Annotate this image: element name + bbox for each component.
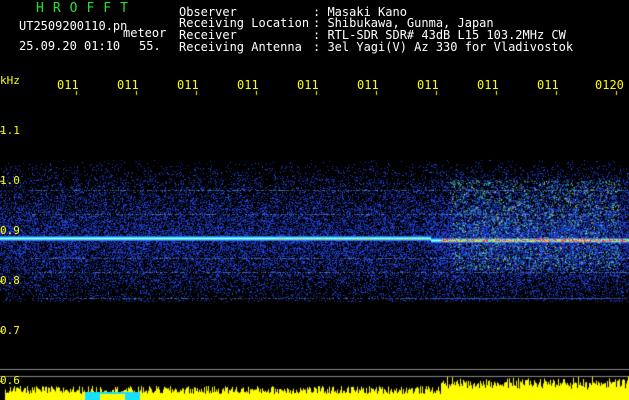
x-tick-label: 011 — [177, 78, 199, 92]
y-tick-label: 1.0 — [0, 174, 20, 187]
x-tick-label: 011 — [117, 78, 139, 92]
x-tick-label: 011 — [417, 78, 439, 92]
count-value: 55. — [139, 39, 161, 53]
info-value-antenna: : 3el Yagi(V) Az 330 for Vladivostok — [313, 40, 574, 54]
info-label-antenna: Receiving Antenna — [179, 40, 302, 54]
y-tick-label: 0.8 — [0, 274, 20, 287]
x-tick-label: 011 — [477, 78, 499, 92]
x-tick-label: 0120 — [595, 78, 624, 92]
mode-label: meteor — [123, 26, 167, 40]
app-title: HROFFT — [36, 1, 137, 16]
y-tick-label: 0.7 — [0, 324, 20, 337]
x-tick-label: 011 — [537, 78, 559, 92]
filename: UT2509200110.pn — [19, 19, 128, 33]
axis-unit: kHz — [0, 74, 20, 87]
x-tick-label: 011 — [297, 78, 319, 92]
y-tick-label: 1.1 — [0, 124, 20, 137]
date-time: 25.09.20 01:10 — [19, 39, 121, 53]
y-tick-label: 0.9 — [0, 224, 20, 237]
spectrogram — [0, 0, 629, 400]
y-tick-label: 0.6 — [0, 374, 20, 387]
x-tick-label: 011 — [237, 78, 259, 92]
x-tick-label: 011 — [357, 78, 379, 92]
x-tick-label: 011 — [57, 78, 79, 92]
